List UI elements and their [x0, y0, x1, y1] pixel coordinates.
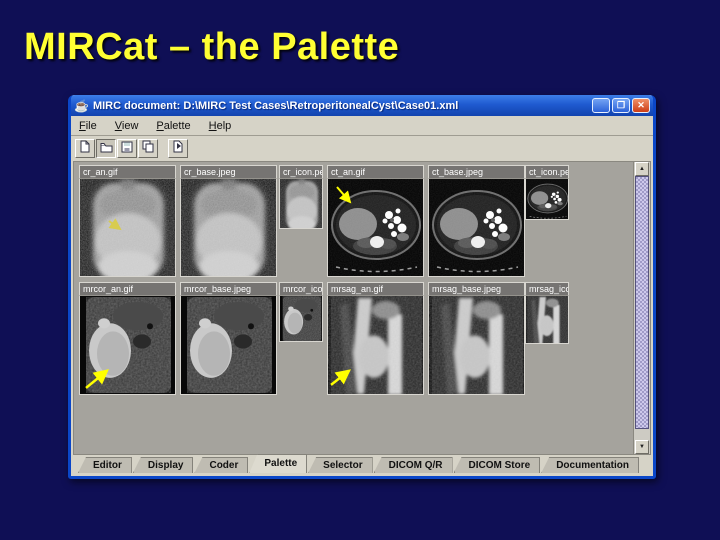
vertical-scrollbar[interactable]: ▲ ▼	[633, 162, 650, 454]
toolbar	[71, 136, 653, 161]
palette-cell-mrcor-ico[interactable]: mrcor_ico	[279, 282, 323, 342]
palette-cell-ct-an-gif[interactable]: ct_an.gif	[327, 165, 424, 277]
close-icon: ✕	[637, 100, 645, 110]
ct-annotated-image[interactable]	[327, 178, 424, 277]
palette-cell-mrsag-an-gif[interactable]: mrsag_an.gif	[327, 282, 424, 395]
palette-cell-mrcor-base-jpeg[interactable]: mrcor_base.jpeg	[180, 282, 277, 395]
palette-cell-ct-icon-pe[interactable]: ct_icon.pe	[525, 165, 569, 220]
image-filename-label: mrsag_an.gif	[327, 282, 424, 295]
image-filename-label: cr_icon.pe	[279, 165, 323, 178]
scrollbar-thumb[interactable]	[635, 176, 649, 429]
minimize-button[interactable]: _	[592, 98, 610, 114]
menu-file[interactable]: File	[75, 119, 105, 133]
new-document-icon	[79, 140, 91, 158]
ct-image[interactable]	[428, 178, 525, 277]
image-filename-label: mrcor_ico	[279, 282, 323, 295]
copy-icon	[142, 140, 154, 158]
tab-dicom-q-r[interactable]: DICOM Q/R	[373, 457, 453, 473]
image-filename-label: mrsag_ico	[525, 282, 569, 295]
image-filename-label: mrcor_base.jpeg	[180, 282, 277, 295]
save-icon	[121, 140, 133, 158]
cr-image[interactable]	[279, 178, 323, 229]
menu-palette[interactable]: Palette	[152, 119, 198, 133]
mrsag-image[interactable]	[428, 295, 525, 395]
cr-image[interactable]	[180, 178, 277, 277]
mrsag-image[interactable]	[525, 295, 569, 344]
open-folder-button[interactable]	[96, 139, 116, 158]
palette-cell-cr-base-jpeg[interactable]: cr_base.jpeg	[180, 165, 277, 277]
tab-dicom-store[interactable]: DICOM Store	[453, 457, 541, 473]
window-titlebar[interactable]: ☕ MIRC document: D:\MIRC Test Cases\Retr…	[71, 95, 653, 116]
cr-annotated-image[interactable]	[79, 178, 176, 277]
menu-view[interactable]: View	[111, 119, 147, 133]
window-bottom-strip	[71, 473, 653, 476]
tab-selector[interactable]: Selector	[308, 457, 373, 473]
ct-image[interactable]	[525, 178, 569, 220]
copy-button[interactable]	[138, 139, 158, 158]
minimize-icon: _	[598, 103, 604, 114]
tab-editor[interactable]: Editor	[78, 457, 132, 473]
palette-cell-cr-icon-pe[interactable]: cr_icon.pe	[279, 165, 323, 229]
maximize-button[interactable]: ❐	[612, 98, 630, 113]
tab-documentation[interactable]: Documentation	[541, 457, 639, 473]
mrcor-image[interactable]	[180, 295, 277, 395]
image-filename-label: cr_an.gif	[79, 165, 176, 178]
new-document-button[interactable]	[75, 139, 95, 158]
save-button[interactable]	[117, 139, 137, 158]
tab-palette[interactable]: Palette	[249, 454, 308, 473]
window-controls: _ ❐ ✕	[590, 98, 650, 114]
image-filename-label: mrcor_an.gif	[79, 282, 176, 295]
slide: MIRCat – the Palette ☕ MIRC document: D:…	[0, 0, 720, 540]
menu-help[interactable]: Help	[205, 119, 240, 133]
open-folder-icon	[100, 140, 113, 158]
slide-title: MIRCat – the Palette	[24, 26, 400, 68]
palette-cell-cr-an-gif[interactable]: cr_an.gif	[79, 165, 176, 277]
java-coffee-cup-icon: ☕	[74, 98, 89, 113]
palette-cell-ct-base-jpeg[interactable]: ct_base.jpeg	[428, 165, 525, 277]
close-button[interactable]: ✕	[632, 98, 650, 113]
palette-content: ▲ ▼ cr_an.gif cr_base.jpeg cr_icon.pe ct…	[73, 161, 651, 455]
menu-bar: File View Palette Help	[71, 116, 653, 136]
mrsag-annotated-image[interactable]	[327, 295, 424, 395]
mrcor-image[interactable]	[279, 295, 323, 342]
image-filename-label: ct_an.gif	[327, 165, 424, 178]
palette-cell-mrcor-an-gif[interactable]: mrcor_an.gif	[79, 282, 176, 395]
image-filename-label: ct_icon.pe	[525, 165, 569, 178]
image-filename-label: cr_base.jpeg	[180, 165, 277, 178]
mirc-document-window: ☕ MIRC document: D:\MIRC Test Cases\Retr…	[68, 95, 656, 479]
tab-coder[interactable]: Coder	[194, 457, 249, 473]
image-filename-label: mrsag_base.jpeg	[428, 282, 525, 295]
preview-icon	[172, 140, 185, 158]
maximize-icon: ❐	[616, 100, 626, 110]
scrollbar-down-arrow-icon[interactable]: ▼	[635, 440, 649, 454]
scrollbar-up-arrow-icon[interactable]: ▲	[635, 162, 649, 176]
tab-bar: Editor Display Coder Palette Selector DICOM Q…	[71, 454, 653, 473]
window-title: MIRC document: D:\MIRC Test Cases\Retrop…	[92, 99, 459, 112]
palette-cell-mrsag-base-jpeg[interactable]: mrsag_base.jpeg	[428, 282, 525, 395]
palette-cell-mrsag-ico[interactable]: mrsag_ico	[525, 282, 569, 344]
mrcor-annotated-image[interactable]	[79, 295, 176, 395]
tab-display[interactable]: Display	[132, 457, 194, 473]
image-filename-label: ct_base.jpeg	[428, 165, 525, 178]
preview-button[interactable]	[168, 139, 188, 158]
